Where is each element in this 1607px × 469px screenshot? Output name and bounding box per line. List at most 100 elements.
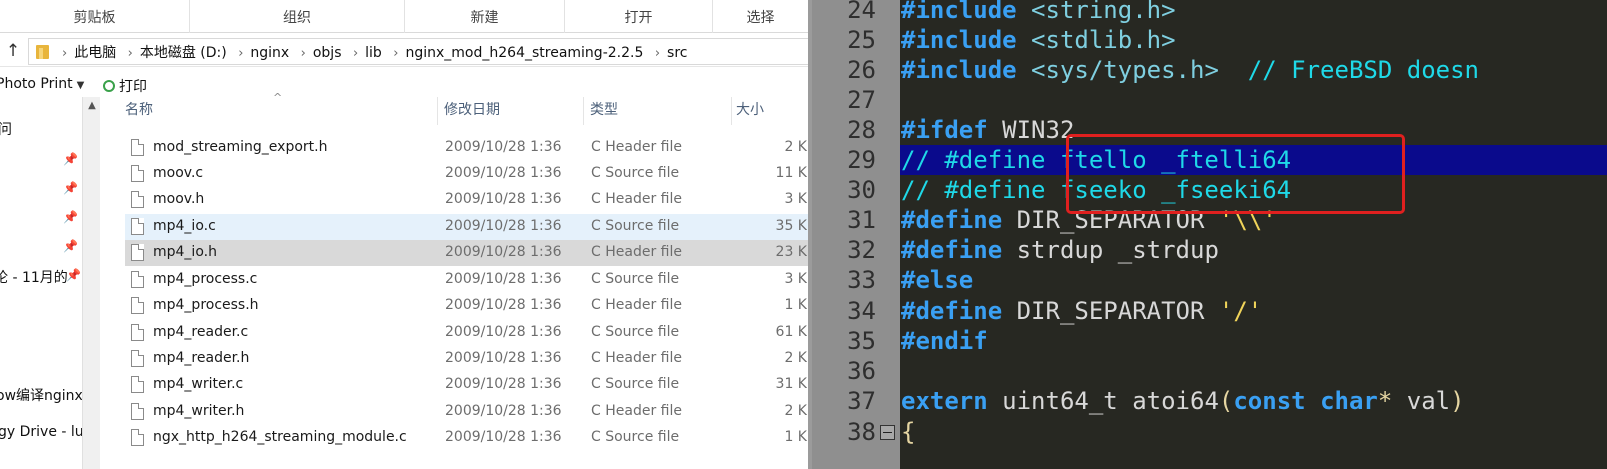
code-line[interactable]: 37 extern uint64_t atoi64(const char* va… <box>808 386 1607 416</box>
navigation-pane: 问 📌 📌 📌 📌 论 - 11月的 📌 ow编译nginx gy Drive … <box>0 97 100 469</box>
photo-print-button[interactable]: Photo Print ▼ <box>0 76 84 92</box>
file-size: 35 K <box>775 218 807 234</box>
code-keyword: #endif <box>901 327 988 355</box>
breadcrumb-objs[interactable]: objs <box>313 45 342 61</box>
code-line[interactable]: 27 <box>808 85 1607 115</box>
file-type: C Header file <box>591 139 682 155</box>
column-header-date[interactable]: 修改日期 <box>440 97 584 125</box>
file-size: 11 K <box>775 165 807 181</box>
file-row[interactable]: moov.c 2009/10/28 1:36 C Source file 11 … <box>125 161 808 187</box>
file-date: 2009/10/28 1:36 <box>445 403 562 419</box>
dropdown-triangle-icon: ▼ <box>76 80 85 91</box>
nav-item[interactable]: 论 - 11月的 <box>0 267 68 287</box>
code-text: #define DIR_SEPARATOR '/' <box>901 296 1262 326</box>
breadcrumb-separator-icon[interactable]: › <box>655 46 660 61</box>
code-line[interactable]: 36 <box>808 356 1607 386</box>
breadcrumb-separator-icon[interactable]: › <box>128 46 133 61</box>
file-row[interactable]: moov.h 2009/10/28 1:36 C Header file 3 K <box>125 187 808 213</box>
line-number: 32 <box>847 236 876 264</box>
file-row[interactable]: mp4_reader.c 2009/10/28 1:36 C Source fi… <box>125 320 808 346</box>
nav-item[interactable]: gy Drive - lu <box>0 424 84 440</box>
code-editor[interactable]: 24 #include <string.h> 25 #include <stdl… <box>808 0 1607 469</box>
ribbon-group-new[interactable]: 新建 <box>405 0 565 33</box>
file-icon <box>131 191 144 208</box>
file-row[interactable]: mp4_writer.c 2009/10/28 1:36 C Source fi… <box>125 372 808 398</box>
code-keyword: #ifdef <box>901 116 988 144</box>
code-brace: { <box>901 418 916 446</box>
line-number: 29 <box>847 146 876 174</box>
fold-toggle-icon[interactable] <box>880 425 895 440</box>
file-size: 2 K <box>784 139 807 155</box>
file-row[interactable]: mp4_process.c 2009/10/28 1:36 C Source f… <box>125 267 808 293</box>
code-paren: ( <box>1218 387 1234 415</box>
breadcrumb-separator-icon[interactable]: › <box>238 46 243 61</box>
breadcrumb-separator-icon[interactable]: › <box>301 46 306 61</box>
breadcrumb-lib[interactable]: lib <box>365 45 382 61</box>
ribbon-group-organize[interactable]: 组织 <box>190 0 405 33</box>
breadcrumb-separator-icon[interactable]: › <box>353 46 358 61</box>
code-line[interactable]: 38 { <box>808 417 1607 447</box>
file-type: C Source file <box>591 376 680 392</box>
column-header-name[interactable]: 名称 <box>121 97 438 125</box>
breadcrumb-this-pc[interactable]: 此电脑 <box>74 45 116 61</box>
file-size: 2 K <box>784 350 807 366</box>
line-number: 28 <box>847 116 876 144</box>
file-row[interactable]: ngx_http_h264_streaming_module.c 2009/10… <box>125 425 808 451</box>
code-line[interactable]: 26 #include <sys/types.h> // FreeBSD doe… <box>808 55 1607 85</box>
ribbon-group-open[interactable]: 打开 <box>565 0 713 33</box>
line-number: 25 <box>847 26 876 54</box>
file-list: ^ 名称 修改日期 类型 大小 mod_streaming_export.h 2… <box>101 91 808 469</box>
code-line[interactable]: 25 #include <stdlib.h> <box>808 25 1607 55</box>
pin-icon[interactable]: 📌 <box>63 210 78 224</box>
pin-icon[interactable]: 📌 <box>63 152 78 166</box>
column-header-type[interactable]: 类型 <box>586 97 732 125</box>
line-number: 36 <box>847 357 876 385</box>
code-line[interactable]: 32 #define strdup _strdup <box>808 235 1607 265</box>
pin-icon[interactable]: 📌 <box>63 239 78 253</box>
pin-icon[interactable]: 📌 <box>63 181 78 195</box>
line-number: 37 <box>847 387 876 415</box>
code-line[interactable]: 33 #else <box>808 265 1607 295</box>
pin-icon[interactable]: 📌 <box>66 268 81 282</box>
nav-item[interactable]: 问 <box>0 119 12 139</box>
file-date: 2009/10/28 1:36 <box>445 191 562 207</box>
file-icon <box>131 350 144 367</box>
file-name: moov.h <box>153 191 205 207</box>
code-keyword: #include <box>901 56 1017 84</box>
breadcrumb-drive-d[interactable]: 本地磁盘 (D:) <box>140 45 227 61</box>
nav-scrollbar[interactable]: ▲ <box>82 97 100 469</box>
address-bar[interactable]: › 此电脑 › 本地磁盘 (D:) › nginx › objs › lib › nginx… <box>28 38 808 65</box>
file-icon <box>131 429 144 446</box>
up-arrow-icon[interactable]: ↑ <box>2 40 24 62</box>
file-type: C Source file <box>591 218 680 234</box>
code-line[interactable]: 34 #define DIR_SEPARATOR '/' <box>808 296 1607 326</box>
nav-item[interactable]: ow编译nginx <box>0 385 83 405</box>
file-row-hover[interactable]: mp4_io.h 2009/10/28 1:36 C Header file 2… <box>125 240 808 266</box>
scroll-up-icon[interactable]: ▲ <box>85 99 99 113</box>
breadcrumb-nginx[interactable]: nginx <box>250 45 289 61</box>
file-row[interactable]: mp4_writer.h 2009/10/28 1:36 C Header fi… <box>125 399 808 425</box>
code-text: #endif <box>901 326 988 356</box>
file-name: mp4_process.c <box>153 271 258 287</box>
file-size: 31 K <box>775 376 807 392</box>
code-line[interactable]: 24 #include <string.h> <box>808 0 1607 25</box>
print-button[interactable]: 打印 <box>103 76 147 96</box>
file-type: C Header file <box>591 350 682 366</box>
file-row-selected[interactable]: mp4_io.c 2009/10/28 1:36 C Source file 3… <box>125 214 808 240</box>
breadcrumb-module-folder[interactable]: nginx_mod_h264_streaming-2.2.5 <box>405 45 643 61</box>
column-header-size[interactable]: 大小 <box>732 97 808 125</box>
file-row[interactable]: mp4_reader.h 2009/10/28 1:36 C Header fi… <box>125 346 808 372</box>
breadcrumb: › 此电脑 › 本地磁盘 (D:) › nginx › objs › lib › nginx… <box>55 42 687 62</box>
breadcrumb-separator-icon[interactable]: › <box>393 46 398 61</box>
breadcrumb-src[interactable]: src <box>667 45 687 61</box>
file-name: ngx_http_h264_streaming_module.c <box>153 429 407 445</box>
code-line[interactable]: 35 #endif <box>808 326 1607 356</box>
file-row[interactable]: mp4_process.h 2009/10/28 1:36 C Header f… <box>125 293 808 319</box>
code-text: #define strdup _strdup <box>901 235 1219 265</box>
file-row[interactable]: mod_streaming_export.h 2009/10/28 1:36 C… <box>125 135 808 161</box>
code-keyword: #include <box>901 26 1017 54</box>
file-date: 2009/10/28 1:36 <box>445 324 562 340</box>
ribbon-group-clipboard[interactable]: 剪贴板 <box>0 0 190 33</box>
ribbon-group-select[interactable]: 选择 <box>713 0 808 33</box>
breadcrumb-separator-icon[interactable]: › <box>62 46 67 61</box>
